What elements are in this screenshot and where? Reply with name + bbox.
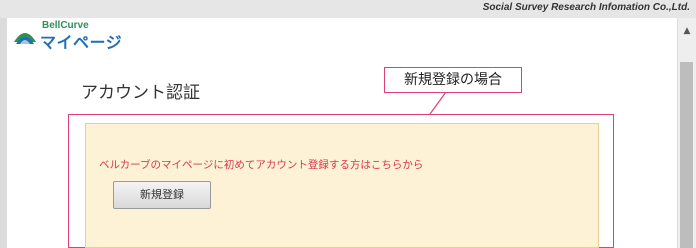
new-registration-button[interactable]: 新規登録 [113, 181, 211, 209]
scrollbar-thumb[interactable] [680, 62, 693, 248]
company-name: Social Survey Research Infomation Co.,Lt… [482, 2, 690, 13]
bellcurve-mountain-icon [13, 23, 37, 47]
top-header-bar: Social Survey Research Infomation Co.,Lt… [0, 0, 696, 18]
registration-notice: ベルカーブのマイページに初めてアカウント登録する方はこちらから [99, 159, 424, 171]
window-left-frame [0, 18, 7, 248]
vertical-scrollbar[interactable]: ▲ [677, 18, 696, 248]
callout-box: 新規登録の場合 [384, 67, 522, 93]
page-title: アカウント認証 [81, 83, 200, 103]
bellcurve-logo[interactable]: BellCurve マイページ [12, 20, 142, 52]
callout-label: 新規登録の場合 [404, 72, 502, 88]
logo-mypage-text: マイページ [40, 33, 123, 52]
chevron-up-icon[interactable]: ▲ [678, 22, 696, 40]
